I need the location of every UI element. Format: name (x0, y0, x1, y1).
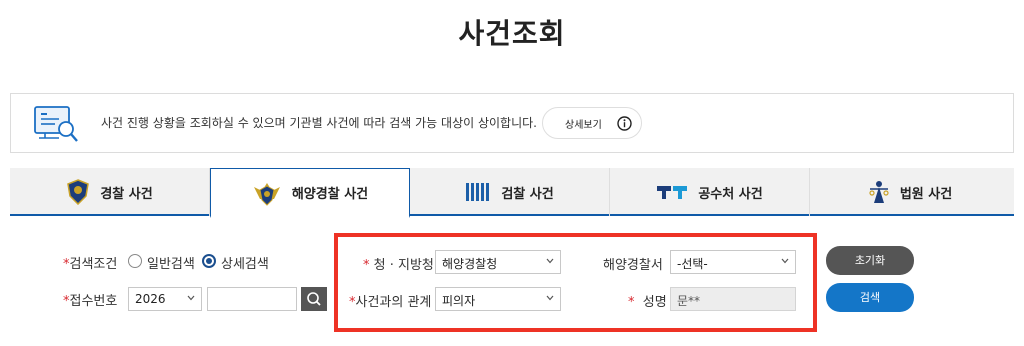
receipt-search-button[interactable] (301, 287, 327, 311)
radio-general-search-label[interactable]: 일반검색 (147, 253, 195, 272)
detail-view-button[interactable]: 상세보기 (542, 107, 642, 139)
prosecution-logo-icon (466, 183, 490, 201)
receipt-number-text: 접수번호 (69, 294, 118, 309)
court-logo-icon (869, 181, 889, 203)
police-badge-icon (67, 179, 90, 205)
search-condition-label: *검색조건 (63, 253, 117, 272)
tab-court[interactable]: 법원 사건 (810, 168, 1010, 216)
radio-general-search[interactable] (128, 254, 142, 268)
tab-prosecution[interactable]: 검찰 사건 (410, 168, 610, 216)
search-icon (307, 292, 321, 306)
tab-label: 공수처 사건 (698, 186, 763, 202)
tab-coast-guard[interactable]: 해양경찰 사건 (210, 168, 410, 218)
highlight-box (334, 233, 817, 332)
search-condition-text: 검색조건 (69, 257, 118, 272)
tab-cio[interactable]: 공수처 사건 (610, 168, 810, 216)
tab-police[interactable]: 경찰 사건 (10, 168, 210, 216)
reset-button[interactable]: 초기화 (826, 246, 914, 275)
info-icon (617, 116, 632, 131)
search-button[interactable]: 검색 (826, 283, 914, 312)
receipt-year-select[interactable]: 2026 (128, 287, 202, 311)
cio-logo-icon (657, 186, 688, 199)
receipt-number-label: *접수번호 (63, 290, 117, 309)
info-text: 사건 진행 상황을 조회하실 수 있으며 기관별 사건에 따라 검색 가능 대상… (101, 116, 537, 130)
radio-detail-search-label[interactable]: 상세검색 (221, 253, 269, 272)
receipt-number-input[interactable] (207, 287, 297, 311)
tab-label: 법원 사건 (899, 186, 953, 202)
coast-guard-emblem-icon (253, 182, 280, 206)
receipt-year-value: 2026 (135, 292, 166, 306)
document-search-icon (34, 106, 78, 142)
detail-view-label: 상세보기 (565, 120, 602, 131)
tab-label: 경찰 사건 (100, 186, 153, 202)
tab-label: 검찰 사건 (501, 186, 554, 202)
page-title: 사건조회 (458, 17, 566, 50)
tab-label: 해양경찰 사건 (291, 187, 369, 202)
radio-detail-search[interactable] (202, 254, 216, 268)
agency-tabs: 경찰 사건 해양경찰 사건 검찰 사건 공수처 사건 법원 사건 (10, 168, 1014, 218)
chevron-down-icon (187, 295, 195, 301)
info-box: 사건 진행 상황을 조회하실 수 있으며 기관별 사건에 따라 검색 가능 대상… (10, 93, 1014, 153)
